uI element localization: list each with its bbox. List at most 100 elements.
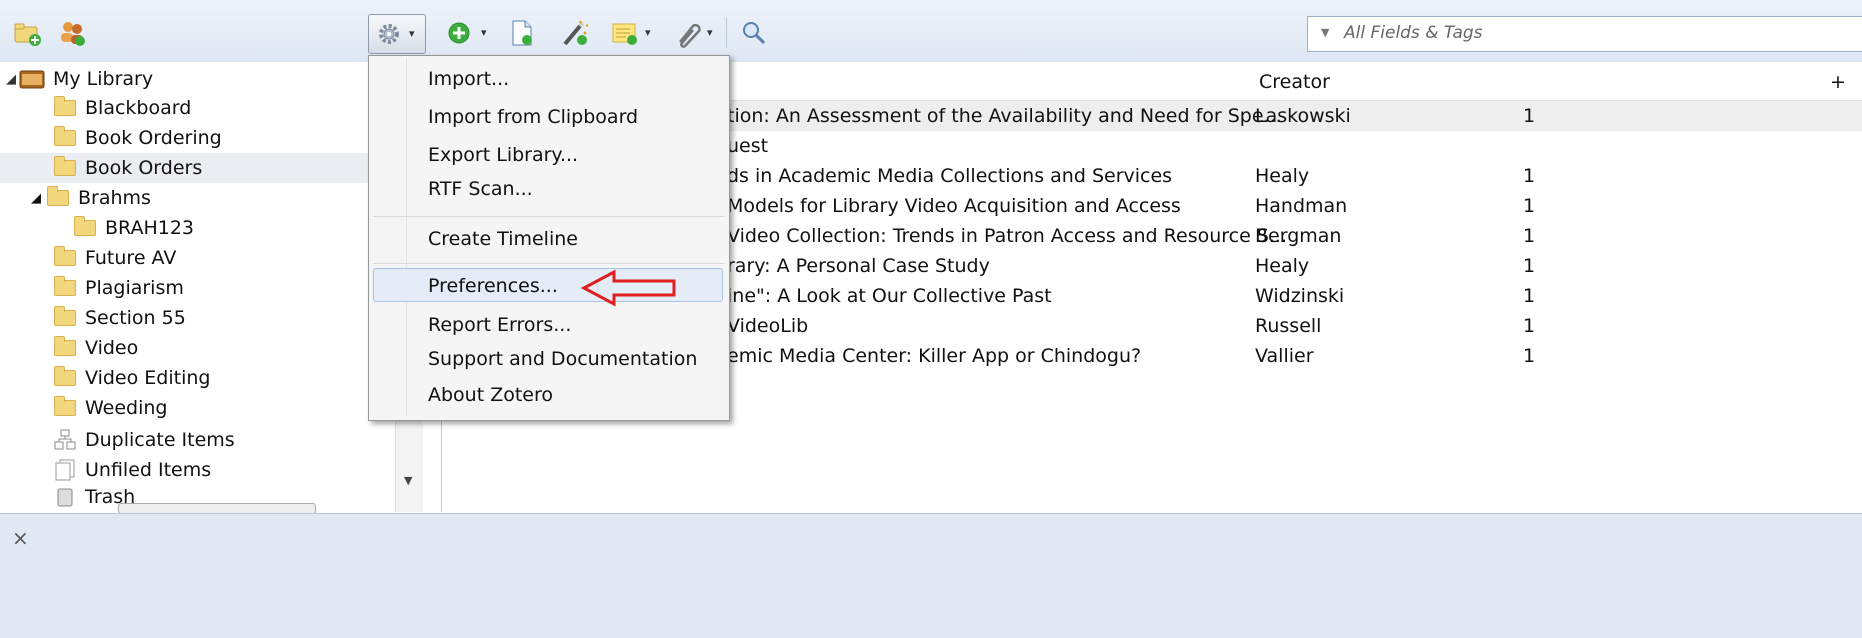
menu-item-label: Export Library... bbox=[428, 144, 579, 166]
collection-item[interactable]: Blackboard bbox=[54, 93, 191, 123]
collection-label: Video Editing bbox=[85, 367, 211, 389]
collections-pane: ◢ My Library Blackboard Book Ordering Bo… bbox=[0, 62, 395, 512]
item-creator: Healy bbox=[1255, 255, 1310, 277]
collection-item[interactable]: Video bbox=[54, 333, 138, 363]
collection-item[interactable]: BRAH123 bbox=[74, 213, 194, 243]
item-title: VideoLib bbox=[727, 315, 809, 337]
collection-item-selected[interactable]: Book Orders bbox=[0, 153, 395, 183]
menu-item-report-errors[interactable]: Report Errors... bbox=[369, 310, 729, 340]
folder-icon bbox=[54, 156, 76, 176]
item-title: ine": A Look at Our Collective Past bbox=[727, 285, 1052, 307]
attachment-dropdown-icon[interactable]: ▾ bbox=[707, 26, 713, 39]
menu-item-label: RTF Scan... bbox=[428, 178, 533, 200]
folder-icon bbox=[74, 216, 96, 236]
annotation-arrow-icon bbox=[580, 269, 676, 307]
item-title: Video Collection: Trends in Patron Acces… bbox=[727, 225, 1288, 247]
folder-icon bbox=[54, 366, 76, 386]
item-title: rary: A Personal Case Study bbox=[727, 255, 990, 277]
item-creator: Laskowski bbox=[1255, 105, 1351, 127]
item-title: uest bbox=[727, 135, 769, 157]
collection-label: Brahms bbox=[78, 187, 151, 209]
collection-label: Duplicate Items bbox=[85, 429, 235, 451]
menu-item-label: Import from Clipboard bbox=[428, 106, 639, 128]
collection-item[interactable]: Plagiarism bbox=[54, 273, 184, 303]
item-pane-bar: × bbox=[0, 513, 1862, 638]
collection-item[interactable]: Section 55 bbox=[54, 303, 186, 333]
item-title: emic Media Center: Killer App or Chindog… bbox=[727, 345, 1142, 367]
menu-separator bbox=[373, 263, 724, 264]
new-item-icon[interactable] bbox=[446, 18, 476, 48]
new-collection-icon[interactable] bbox=[13, 18, 43, 48]
item-count: 1 bbox=[1523, 105, 1536, 127]
advanced-search-icon[interactable] bbox=[739, 18, 769, 48]
menu-item-label: About Zotero bbox=[428, 384, 554, 406]
menu-item-export-library[interactable]: Export Library... bbox=[369, 140, 729, 170]
search-mode-dropdown-icon[interactable]: ▼ bbox=[1321, 26, 1329, 39]
menu-item-label: Support and Documentation bbox=[428, 348, 698, 370]
folder-icon bbox=[54, 276, 76, 296]
expand-twisty-icon[interactable]: ◢ bbox=[31, 191, 41, 206]
menu-item-label: Preferences... bbox=[428, 275, 558, 297]
item-count: 1 bbox=[1523, 315, 1536, 337]
collection-unfiled-items[interactable]: Unfiled Items bbox=[54, 455, 211, 485]
collection-item[interactable]: Weeding bbox=[54, 393, 168, 423]
note-dropdown-icon[interactable]: ▾ bbox=[645, 26, 651, 39]
collection-label: Plagiarism bbox=[85, 277, 184, 299]
folder-icon bbox=[54, 306, 76, 326]
folder-icon bbox=[54, 396, 76, 416]
menu-item-create-timeline[interactable]: Create Timeline bbox=[369, 224, 729, 254]
new-note-icon[interactable] bbox=[507, 18, 537, 48]
menu-item-import-clipboard[interactable]: Import from Clipboard bbox=[369, 102, 729, 132]
expand-twisty-icon[interactable]: ◢ bbox=[6, 72, 16, 87]
collection-item[interactable]: Book Ordering bbox=[54, 123, 222, 153]
collection-label: Book Orders bbox=[85, 157, 203, 179]
menu-item-rtf-scan[interactable]: RTF Scan... bbox=[369, 174, 729, 204]
add-attachment-icon[interactable] bbox=[672, 18, 702, 48]
item-count: 1 bbox=[1523, 255, 1536, 277]
new-standalone-note-icon[interactable] bbox=[610, 18, 640, 48]
collection-item[interactable]: Future AV bbox=[54, 243, 176, 273]
close-icon[interactable]: × bbox=[12, 526, 29, 550]
menu-item-label: Create Timeline bbox=[428, 228, 578, 250]
new-group-icon[interactable] bbox=[57, 18, 87, 48]
unfiled-items-icon bbox=[55, 459, 75, 481]
collection-label: Book Ordering bbox=[85, 127, 222, 149]
item-count: 1 bbox=[1523, 285, 1536, 307]
scroll-down-icon[interactable]: ▼ bbox=[404, 474, 412, 487]
search-placeholder: All Fields & Tags bbox=[1344, 23, 1483, 43]
item-count: 1 bbox=[1523, 165, 1536, 187]
collection-label: Section 55 bbox=[85, 307, 186, 329]
search-field[interactable]: ▼ All Fields & Tags bbox=[1307, 16, 1862, 52]
new-item-dropdown-icon[interactable]: ▾ bbox=[481, 26, 487, 39]
column-picker[interactable]: + bbox=[1830, 71, 1846, 93]
toolbar-divider bbox=[726, 18, 727, 48]
folder-icon bbox=[54, 126, 76, 146]
item-creator: Bergman bbox=[1255, 225, 1342, 247]
folder-icon bbox=[47, 186, 69, 206]
collection-label: Unfiled Items bbox=[85, 459, 212, 481]
collection-label: Weeding bbox=[85, 397, 168, 419]
duplicate-items-icon bbox=[54, 429, 76, 450]
item-title: tion: An Assessment of the Availability … bbox=[727, 105, 1282, 127]
main-toolbar: ▾ ▾ ▾ ▾ ▼ All Fields & Tags bbox=[0, 0, 1862, 63]
collection-label: My Library bbox=[53, 68, 154, 90]
collection-item[interactable]: ◢ Brahms bbox=[31, 183, 151, 213]
trash-icon bbox=[57, 488, 73, 507]
item-title: Models for Library Video Acquisition and… bbox=[727, 195, 1181, 217]
menu-item-about-zotero[interactable]: About Zotero bbox=[369, 380, 729, 410]
actions-menu-button[interactable]: ▾ bbox=[368, 14, 426, 54]
menu-item-label: Report Errors... bbox=[428, 314, 572, 336]
menu-separator bbox=[373, 216, 724, 217]
collection-item[interactable]: Video Editing bbox=[54, 363, 210, 393]
add-by-identifier-icon[interactable] bbox=[560, 18, 590, 48]
folder-icon bbox=[54, 336, 76, 356]
menu-item-support-docs[interactable]: Support and Documentation bbox=[369, 344, 729, 374]
collection-duplicate-items[interactable]: Duplicate Items bbox=[54, 425, 235, 455]
column-creator[interactable]: Creator bbox=[1259, 71, 1330, 93]
item-creator: Healy bbox=[1255, 165, 1310, 187]
menu-item-import[interactable]: Import... bbox=[369, 64, 729, 94]
folder-icon bbox=[54, 246, 76, 266]
menu-item-label: Import... bbox=[428, 68, 510, 90]
collection-my-library[interactable]: ◢ My Library bbox=[6, 64, 153, 94]
collection-label: Future AV bbox=[85, 247, 177, 269]
